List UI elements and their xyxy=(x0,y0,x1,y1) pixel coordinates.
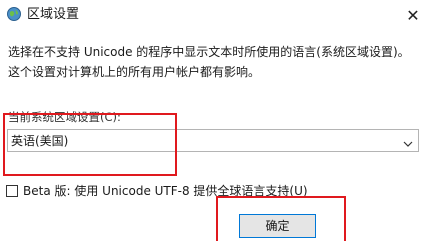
close-icon: ✕ xyxy=(406,5,420,25)
locale-select-value: 英语(美国) xyxy=(11,134,69,148)
description-text: 选择在不支持 Unicode 的程序中显示文本时所使用的语言(系统区域设置)。这… xyxy=(8,45,410,79)
ok-button[interactable]: 确定 xyxy=(239,214,316,238)
title-bar: 区域设置 ✕ xyxy=(0,0,427,30)
current-locale-label: 当前系统区域设置(C): xyxy=(8,110,121,124)
window-title: 区域设置 xyxy=(27,7,80,22)
beta-checkbox[interactable] xyxy=(6,185,18,197)
chevron-down-icon xyxy=(402,135,414,147)
close-button[interactable]: ✕ xyxy=(399,0,427,30)
globe-icon xyxy=(6,6,22,22)
beta-option-label: Beta 版: 使用 Unicode UTF-8 提供全球语言支持(U) xyxy=(23,184,308,198)
locale-select[interactable]: 英语(美国) xyxy=(7,129,419,152)
